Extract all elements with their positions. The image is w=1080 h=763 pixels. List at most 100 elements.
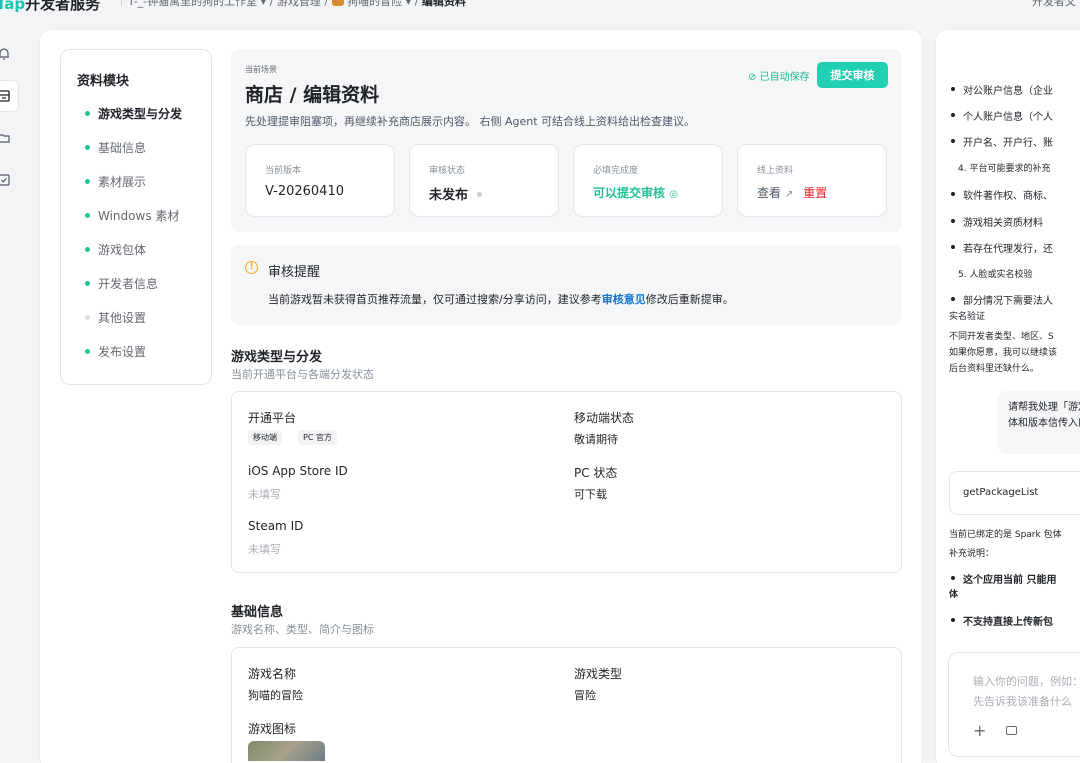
bell-icon[interactable] (0, 44, 14, 64)
agent-message-line: 对公账户信息（企业 (951, 82, 1053, 97)
agent-message-line: 开户名、开户行、账 (951, 134, 1053, 149)
status-dot (85, 213, 90, 218)
agent-message-line: 后台资料里还缺什么。 (949, 364, 1040, 374)
status-dot (85, 247, 90, 252)
chevron-down-icon: ▾ (260, 0, 267, 8)
nav-item-other-settings[interactable]: 其他设置 (85, 309, 146, 326)
status-dot (85, 145, 90, 150)
agent-message-line: 当前已绑定的是 Spark 包体 (949, 530, 1062, 540)
module-nav: 资料模块 游戏类型与分发 基础信息 素材展示 Windows 素材 游戏包体 开… (60, 49, 212, 385)
status-dot (85, 315, 90, 320)
brand-tap: Tap (0, 0, 26, 13)
check-circle-icon: ⊘ (748, 72, 757, 83)
stat-label: 审核状态 (429, 166, 466, 176)
ios-id-value: 未填写 (248, 488, 281, 501)
agent-message-line: 游戏相关资质材料 (951, 214, 1043, 229)
stat-value: 可以提交审核 (593, 186, 666, 200)
chat-input-placeholder: 输入你的问题，例如： 先告诉我该准备什么 (973, 672, 1080, 712)
status-dot (85, 349, 90, 354)
nav-item-developer-info[interactable]: 开发者信息 (85, 275, 158, 292)
chat-input[interactable]: 输入你的问题，例如： 先告诉我该准备什么 + (948, 652, 1080, 757)
submit-review-button[interactable]: 提交审核 (817, 62, 888, 88)
breadcrumb-current: 编辑资料 (421, 0, 466, 8)
status-dot (476, 192, 482, 197)
section-title-distribution: 游戏类型与分发 (231, 350, 323, 365)
pc-status-label: PC 状态 (574, 466, 618, 480)
agent-message-line: 个人账户信息（个人 (951, 108, 1053, 123)
game-icon-image[interactable] (248, 741, 325, 761)
stat-online-profile: 线上资料 查看 ↗ 重置 (737, 144, 887, 217)
brand-logo[interactable]: Tap开发者服务 (0, 0, 100, 14)
game-icon-label: 游戏图标 (248, 722, 297, 736)
agent-message-line: 不同开发者类型、地区、S (949, 332, 1054, 342)
top-bar: Tap开发者服务 T-_-钟猫寓里的狗的工作室 ▾ / 游戏管理 / 狗喵的冒险… (0, 0, 1080, 14)
stat-value: 未发布 (429, 188, 469, 203)
agent-message-line: 体 (949, 590, 959, 600)
breadcrumb-separator: / (269, 0, 274, 8)
scene-header: 当前场景 商店 / 编辑资料 先处理提审阻塞项，再继续补充商店展示内容。 右侧 … (231, 49, 902, 232)
agent-message-line: 如果你愿意，我可以继续该 (949, 348, 1058, 358)
platform-chip: 移动端 (248, 430, 282, 445)
nav-item-label: Windows 素材 (98, 209, 180, 223)
stat-review-status: 审核状态 未发布 (409, 144, 559, 217)
stat-completion: 必填完成度 可以提交审核 ◎ (573, 144, 723, 217)
agent-message-line: 实名验证 (949, 312, 986, 322)
warning-icon: ! (245, 261, 258, 274)
nav-item-type-distribution[interactable]: 游戏类型与分发 (85, 105, 182, 122)
nav-item-label: 发布设置 (98, 345, 147, 359)
nav-item-label: 基础信息 (98, 141, 147, 155)
pc-status-value: 可下载 (574, 488, 607, 501)
placeholder-line: 先告诉我该准备什么 (973, 695, 1072, 708)
status-dot (85, 179, 90, 184)
brand-text: 开发者服务 (25, 0, 101, 13)
tool-call-name: getPackageList (963, 487, 1039, 498)
notice-text: 修改后重新提审。 (645, 293, 734, 306)
developer-docs-link[interactable]: 开发者文 (1032, 0, 1076, 9)
store-icon[interactable] (0, 81, 18, 111)
folder-icon[interactable] (0, 128, 14, 148)
status-dot (85, 281, 90, 286)
agent-message-line: 部分情况下需要法人 (951, 292, 1053, 307)
steam-id-label: Steam ID (248, 519, 304, 533)
agent-message-line: 4. 平台可能要求的补充 (958, 164, 1051, 174)
breadcrumb-studio[interactable]: T-_-钟猫寓里的狗的工作室 (128, 0, 257, 8)
review-feedback-link[interactable]: 审核意见 (602, 293, 646, 306)
checkbox-icon[interactable] (0, 170, 14, 190)
main-panel: 资料模块 游戏类型与分发 基础信息 素材展示 Windows 素材 游戏包体 开… (40, 30, 922, 763)
nav-item-basic-info[interactable]: 基础信息 (85, 139, 146, 156)
breadcrumb-games[interactable]: 游戏管理 (277, 0, 321, 8)
game-type-value: 冒险 (574, 689, 596, 702)
breadcrumb: T-_-钟猫寓里的狗的工作室 ▾ / 游戏管理 / 狗喵的冒险 ▾ / 编辑资料 (128, 0, 466, 9)
nav-item-windows-assets[interactable]: Windows 素材 (85, 207, 179, 224)
basic-info-card: 游戏名称 狗喵的冒险 游戏类型 冒险 游戏图标 (231, 647, 902, 763)
nav-item-label: 游戏包体 (98, 243, 147, 257)
stat-value-wrap: 可以提交审核 ◎ (593, 184, 678, 201)
nav-item-package[interactable]: 游戏包体 (85, 241, 146, 258)
reset-link[interactable]: 重置 (803, 186, 827, 200)
external-link-icon[interactable]: ↗ (785, 189, 793, 200)
stat-value-wrap: 未发布 (429, 184, 482, 203)
nav-item-label: 素材展示 (98, 175, 147, 189)
stat-label: 必填完成度 (593, 166, 639, 176)
nav-item-assets[interactable]: 素材展示 (85, 173, 146, 190)
view-online-link[interactable]: 查看 (757, 186, 781, 200)
eye-icon[interactable]: ◎ (669, 189, 678, 200)
notice-text: 当前游戏暂未获得首页推荐流量，仅可通过搜索/分享访问，建议参考 (268, 293, 602, 306)
stat-value-wrap: 查看 ↗ 重置 (757, 184, 827, 201)
plus-icon[interactable]: + (973, 721, 986, 740)
attachment-icon[interactable] (1006, 726, 1017, 735)
page-description: 先处理提审阻塞项，再继续补充商店展示内容。 右侧 Agent 可结合线上资料给出… (245, 115, 696, 128)
breadcrumb-game[interactable]: 狗喵的冒险 (347, 0, 402, 8)
nav-item-publish-settings[interactable]: 发布设置 (85, 343, 146, 360)
agent-message-line: 不支持直接上传新包 (951, 613, 1053, 628)
review-notice: ! 审核提醒 当前游戏暂未获得首页推荐流量，仅可通过搜索/分享访问，建议参考审核… (231, 245, 902, 325)
nav-item-label: 游戏类型与分发 (98, 107, 183, 121)
tool-call-card[interactable]: getPackageList (949, 471, 1080, 515)
platform-chip: PC 官方 (298, 430, 337, 445)
chevron-down-icon: ▾ (405, 0, 412, 8)
module-nav-title: 资料模块 (77, 74, 130, 89)
steam-id-value: 未填写 (248, 543, 281, 556)
nav-item-label: 其他设置 (98, 311, 147, 325)
platform-label: 开通平台 (248, 411, 297, 425)
game-name-label: 游戏名称 (248, 667, 297, 681)
